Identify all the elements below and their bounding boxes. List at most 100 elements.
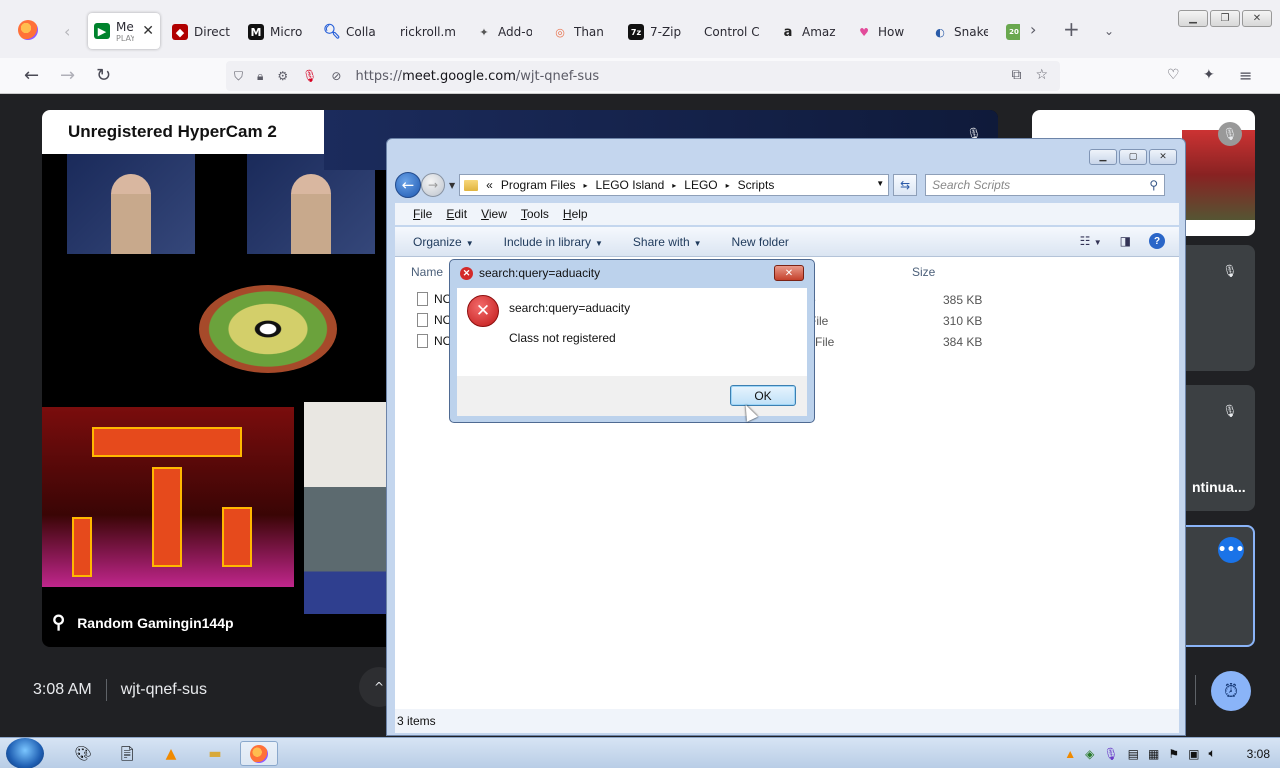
picture-in-picture-icon[interactable]: ⧉ (1011, 67, 1021, 83)
menu-help[interactable]: Help (563, 207, 588, 221)
taskbar-app-explorer-icon[interactable]: ▬ (196, 741, 234, 766)
change-view-icon[interactable]: ☷ ▼ (1080, 234, 1102, 248)
minimize-icon[interactable]: ▁ (1089, 149, 1117, 165)
breadcrumb-separator-icon[interactable]: ▸ (672, 181, 676, 190)
reload-icon[interactable]: ↻ (96, 65, 111, 86)
network-tray-icon[interactable]: ◈ (1085, 747, 1094, 761)
tab-micro[interactable]: M Micro (248, 18, 304, 46)
column-header-size[interactable]: Size (912, 265, 935, 279)
taskbar-app-paint-icon[interactable]: 🎨︎ (64, 741, 102, 766)
forward-arrow-icon[interactable]: → (60, 65, 75, 86)
more-options-icon[interactable]: ••• (1218, 537, 1244, 563)
keyboard-tray-icon[interactable]: ▦ (1148, 747, 1159, 761)
browser-nav-bar: ← → ↻ ⛉ 🔒︎ ⚙ 🎙︎ ⊘ https://meet.google.co… (0, 58, 1280, 94)
tab-close-icon[interactable]: ✕ (142, 23, 154, 39)
back-arrow-icon[interactable]: ← (395, 172, 421, 198)
menu-bar: File Edit View Tools Help (395, 203, 1179, 225)
dialog-title[interactable]: ✕ search:query=aduacity (460, 266, 600, 280)
help-icon[interactable]: ? (1149, 233, 1165, 249)
list-item[interactable]: NO (417, 332, 452, 350)
tab-collab[interactable]: 🔍︎ Colla (324, 18, 380, 46)
breadcrumb-item[interactable]: LEGO (684, 178, 717, 192)
restore-icon[interactable]: ❐ (1210, 10, 1240, 27)
maximize-icon[interactable]: ▢ (1119, 149, 1147, 165)
search-icon[interactable]: ⚲ (1149, 178, 1158, 192)
organize-button[interactable]: Organize ▼ (413, 235, 474, 249)
list-item[interactable]: NO (417, 290, 452, 308)
firefox-logo-icon[interactable] (18, 20, 38, 40)
refresh-icon[interactable]: ⇆ (893, 174, 918, 196)
include-in-library-button[interactable]: Include in library ▼ (504, 235, 603, 249)
extensions-puzzle-icon[interactable]: ✦ (1203, 67, 1215, 83)
tab-direct[interactable]: ◆ Direct (172, 18, 230, 46)
back-arrow-icon[interactable]: ← (24, 65, 39, 86)
document-tray-icon[interactable]: ▤ (1128, 747, 1139, 761)
tab-scroll-left-icon[interactable]: ‹ (64, 22, 70, 41)
search-input[interactable]: Search Scripts ⚲ (925, 174, 1166, 196)
breadcrumb-item[interactable]: Program Files (501, 178, 576, 192)
network-monitor-icon[interactable]: ▣ (1188, 747, 1199, 761)
explorer-titlebar[interactable]: ▁ ▢ ✕ (387, 139, 1185, 169)
tab-partial[interactable]: 20 (1006, 18, 1020, 46)
ok-button[interactable]: OK (730, 385, 796, 406)
close-icon[interactable]: ✕ (1149, 149, 1177, 165)
alarm-clock-icon[interactable]: ⏰︎ (1211, 671, 1251, 711)
presenter-name: Random Gamingin144p (77, 614, 234, 631)
volume-icon[interactable]: 🔈︎ (1208, 746, 1215, 761)
tab-amazon[interactable]: a Amaz (780, 18, 836, 46)
list-item[interactable]: NO (417, 311, 452, 329)
column-header-name[interactable]: Name (411, 265, 443, 279)
menu-file[interactable]: File (413, 207, 432, 221)
menu-edit[interactable]: Edit (446, 207, 467, 221)
recent-pages-dropdown-icon[interactable]: ▼ (449, 181, 455, 190)
address-dropdown-icon[interactable]: ▼ (876, 179, 884, 188)
breadcrumb-item[interactable]: LEGO Island (596, 178, 665, 192)
tab-thanks[interactable]: ◎ Than (552, 18, 608, 46)
preview-pane-icon[interactable]: ◨ (1120, 234, 1131, 248)
tracking-shield-icon[interactable]: ⛉ (234, 69, 243, 84)
url-text[interactable]: https://meet.google.com/wjt-qnef-sus (355, 69, 599, 84)
menu-tools[interactable]: Tools (521, 207, 549, 221)
tab-snake[interactable]: ◐ Snake (932, 18, 988, 46)
microphone-active-icon[interactable]: 🎙︎ (302, 69, 317, 83)
new-tab-plus-icon[interactable]: + (1063, 17, 1080, 41)
new-folder-button[interactable]: New folder (732, 235, 789, 249)
url-bar[interactable]: ⛉ 🔒︎ ⚙ 🎙︎ ⊘ https://meet.google.com/wjt-… (226, 61, 1060, 91)
taskbar-app-firefox-icon[interactable] (240, 741, 278, 766)
tab-meet[interactable]: ▶ MeetPLAYING ✕ (88, 13, 160, 49)
bookmark-star-icon[interactable]: ☆ (1035, 67, 1048, 83)
start-button[interactable] (6, 738, 44, 768)
dialog-close-button[interactable]: ✕ (774, 265, 804, 281)
pin-icon[interactable]: ⚲ (52, 612, 65, 633)
tab-control[interactable]: Control C (704, 18, 760, 46)
hamburger-menu-icon[interactable]: ≡ (1239, 66, 1252, 85)
tab-7zip[interactable]: 7z 7-Zip (628, 18, 684, 46)
share-with-button[interactable]: Share with ▼ (633, 235, 702, 249)
close-icon[interactable]: ✕ (1242, 10, 1272, 27)
breadcrumb[interactable]: « Program Files ▸ LEGO Island ▸ LEGO ▸ S… (459, 174, 890, 196)
tab-how[interactable]: ♥ How (856, 18, 912, 46)
menu-view[interactable]: View (481, 207, 507, 221)
permissions-icon[interactable]: ⚙ (277, 69, 288, 83)
error-dialog: ✕ search:query=aduacity ✕ ✕ search:query… (449, 259, 815, 423)
breadcrumb-separator-icon[interactable]: ▸ (584, 181, 588, 190)
pocket-icon[interactable]: ♡ (1167, 67, 1180, 83)
taskbar-app-vlc-icon[interactable]: ▲ (152, 741, 190, 766)
camera-blocked-icon[interactable]: ⊘ (331, 69, 341, 83)
minimize-icon[interactable]: ▁ (1178, 10, 1208, 27)
taskbar-app-notepad-icon[interactable]: 📄︎ (108, 741, 146, 766)
tab-addons[interactable]: ✦ Add-o (476, 18, 532, 46)
forward-arrow-icon[interactable]: → (421, 173, 445, 197)
action-center-flag-icon[interactable]: ⚑ (1168, 747, 1179, 761)
taskbar-clock[interactable]: 3:08 (1247, 747, 1270, 761)
lock-icon[interactable]: 🔒︎ (257, 69, 263, 84)
microphone-tray-icon[interactable]: 🎙︎ (1103, 747, 1118, 761)
file-icon (417, 334, 428, 348)
tab-scroll-right-icon[interactable]: › (1030, 20, 1036, 39)
breadcrumb-separator-icon[interactable]: ▸ (726, 181, 730, 190)
breadcrumb-item[interactable]: Scripts (738, 178, 775, 192)
micro-favicon-icon: M (248, 24, 264, 40)
list-all-tabs-chevron-icon[interactable]: ⌄ (1104, 24, 1114, 38)
tab-rickroll[interactable]: rickroll.mp (400, 18, 456, 46)
vlc-tray-icon[interactable]: ▲ (1064, 747, 1076, 761)
